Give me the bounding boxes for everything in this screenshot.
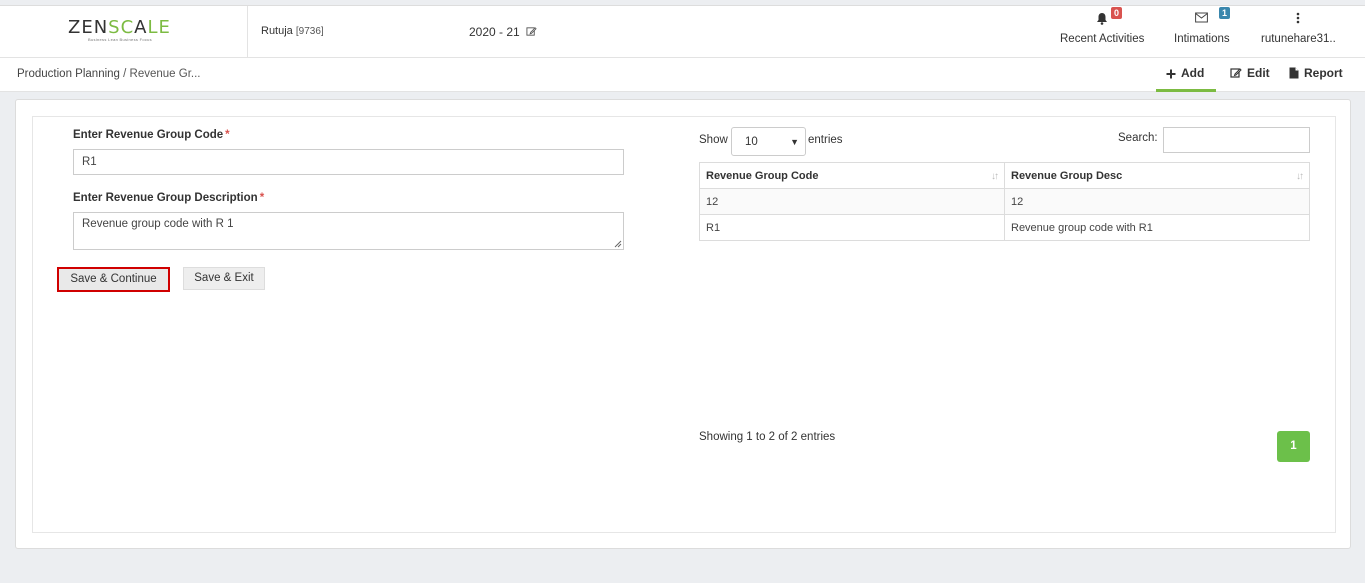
page-size-select[interactable]: 10 ▼: [731, 127, 806, 156]
table-header-row: Revenue Group Code ↓↑ Revenue Group Desc ↓…: [699, 162, 1310, 189]
account-menu[interactable]: rutunehare31..: [1261, 12, 1336, 45]
activities-badge: 0: [1111, 7, 1123, 19]
edit-icon[interactable]: [526, 26, 537, 37]
revenue-group-table: Revenue Group Code ↓↑ Revenue Group Desc ↓…: [699, 162, 1310, 241]
user-name: Rutuja: [261, 25, 293, 37]
user-id: [9736]: [295, 26, 324, 37]
search-input[interactable]: [1163, 127, 1310, 153]
add-button[interactable]: Add: [1156, 66, 1216, 92]
recent-activities-label: Recent Activities: [1060, 33, 1145, 45]
description-label: Enter Revenue Group Description *: [73, 192, 265, 204]
zenscale-logo[interactable]: ZENSCALE: [68, 17, 171, 38]
required-mark: *: [259, 192, 265, 204]
breadcrumb-parent[interactable]: Production Planning: [17, 68, 120, 80]
revenue-group-description-textarea[interactable]: Revenue group code with R 1: [73, 212, 624, 250]
sub-header: Production Planning / Revenue Gr... Add …: [0, 58, 1365, 92]
account-name: rutunehare31..: [1261, 33, 1336, 45]
intimations-badge: 1: [1219, 7, 1231, 19]
envelope-icon: 1: [1174, 7, 1231, 26]
file-icon: [1289, 67, 1299, 79]
plus-icon: [1166, 69, 1176, 79]
cell-desc: 12: [1004, 188, 1310, 215]
sort-icon: ↓↑: [1296, 171, 1304, 182]
edit-button[interactable]: Edit: [1230, 66, 1270, 80]
recent-activities[interactable]: 0 Recent Activities: [1060, 7, 1145, 45]
content-area: Enter Revenue Group Code * R1 Enter Reven…: [32, 116, 1336, 533]
table-row[interactable]: 12 12: [699, 188, 1310, 215]
column-header-code[interactable]: Revenue Group Code ↓↑: [699, 162, 1005, 189]
logo-tagline: Business Lean Business Focus: [88, 37, 152, 42]
breadcrumb-current: / Revenue Gr...: [123, 68, 201, 80]
column-header-desc[interactable]: Revenue Group Desc ↓↑: [1004, 162, 1310, 189]
top-header: ZENSCALE Business Lean Business Focus Ru…: [0, 5, 1365, 58]
breadcrumb: Production Planning / Revenue Gr...: [17, 68, 201, 80]
resize-handle-icon[interactable]: [614, 240, 622, 248]
intimations-label: Intimations: [1174, 33, 1230, 45]
main-panel: Enter Revenue Group Code * R1 Enter Reven…: [15, 99, 1351, 549]
add-label: Add: [1181, 66, 1205, 80]
more-vertical-icon: [1261, 12, 1336, 26]
pagination-page-1[interactable]: 1: [1277, 431, 1310, 462]
report-label: Report: [1304, 66, 1343, 80]
save-continue-button[interactable]: Save & Continue: [57, 267, 170, 292]
search-label: Search:: [1118, 132, 1158, 144]
cell-code: 12: [699, 188, 1005, 215]
bell-icon: 0: [1060, 7, 1144, 26]
save-exit-button[interactable]: Save & Exit: [183, 267, 265, 290]
cell-code: R1: [699, 214, 1005, 241]
required-mark: *: [225, 129, 230, 141]
current-user: Rutuja [9736]: [261, 25, 324, 37]
edit-label: Edit: [1247, 66, 1270, 80]
table-row[interactable]: R1 Revenue group code with R1: [699, 214, 1310, 241]
revenue-group-code-input[interactable]: R1: [73, 149, 624, 175]
table-info: Showing 1 to 2 of 2 entries: [699, 431, 836, 443]
financial-year-label: 2020 - 21: [469, 25, 520, 39]
report-button[interactable]: Report: [1289, 66, 1343, 80]
sort-icon: ↓↑: [991, 171, 999, 182]
entries-label: entries: [808, 134, 843, 146]
logo-area: ZENSCALE Business Lean Business Focus: [0, 6, 248, 58]
cell-desc: Revenue group code with R1: [1004, 214, 1310, 241]
edit-icon: [1230, 68, 1242, 78]
show-label: Show: [699, 134, 728, 146]
intimations[interactable]: 1 Intimations: [1174, 7, 1231, 45]
caret-down-icon: ▼: [790, 137, 799, 147]
financial-year[interactable]: 2020 - 21: [469, 25, 537, 39]
code-label: Enter Revenue Group Code *: [73, 129, 230, 141]
